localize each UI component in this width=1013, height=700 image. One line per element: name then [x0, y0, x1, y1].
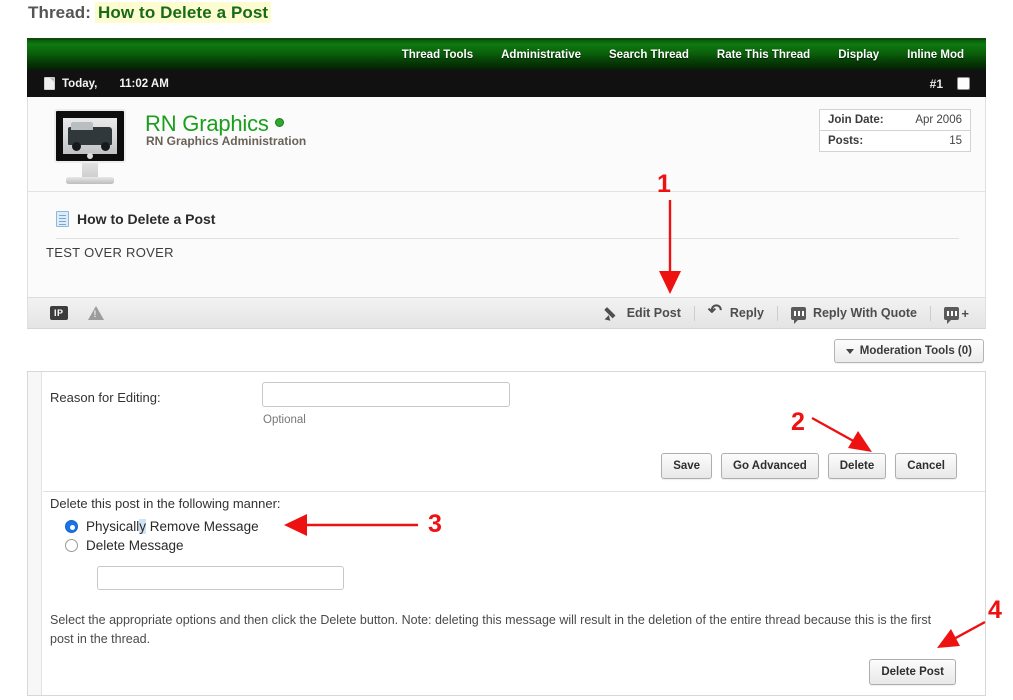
avatar-vehicle-wheel-front — [72, 142, 81, 151]
thread-label: Thread: — [28, 3, 91, 22]
stat-row-posts: Posts: 15 — [820, 131, 970, 151]
post-divider — [28, 191, 985, 192]
panel-divider — [43, 491, 985, 492]
delete-reason-input[interactable] — [97, 566, 344, 590]
monitor-avatar[interactable] — [50, 109, 130, 189]
post-header-bar: Today, 11:02 AM #1 — [27, 70, 986, 97]
panel-body: Reason for Editing: Optional Save Go Adv… — [43, 372, 985, 695]
thread-name: How to Delete a Post — [95, 2, 271, 23]
post-username-text: RN Graphics — [145, 111, 269, 136]
pencil-icon — [606, 306, 620, 320]
online-status-dot — [275, 118, 284, 127]
select-post-checkbox[interactable] — [957, 77, 970, 90]
option-delete-message-label: Delete Message — [86, 538, 184, 553]
edit-post-button[interactable]: Edit Post — [593, 306, 694, 320]
reason-for-editing-row: Reason for Editing: Optional — [43, 372, 985, 434]
post-message: TEST OVER ROVER — [46, 245, 174, 260]
post-usertitle: RN Graphics Administration — [146, 134, 306, 148]
post-date-group: Today, 11:02 AM — [27, 77, 169, 90]
post-time: 11:02 AM — [119, 78, 168, 90]
post-number[interactable]: #1 — [930, 77, 943, 91]
post-title-text: How to Delete a Post — [77, 211, 215, 227]
delete-post-button-wrap: Delete Post — [869, 659, 956, 685]
nav-item-search-thread[interactable]: Search Thread — [595, 49, 703, 61]
stat-row-join-date: Join Date: Apr 2006 — [820, 110, 970, 131]
delete-note-text: Select the appropriate options and then … — [50, 611, 957, 649]
label-part-post: Remove Message — [146, 519, 259, 534]
quote-bubble-icon — [791, 307, 806, 320]
annotation-number-4: 4 — [988, 598, 1002, 623]
nav-item-rate-this-thread[interactable]: Rate This Thread — [703, 49, 824, 61]
stat-key: Join Date: — [828, 114, 884, 126]
user-stats-box: Join Date: Apr 2006 Posts: 15 — [819, 109, 971, 152]
page-title: Thread:How to Delete a Post — [28, 3, 271, 23]
post-user-row: RN Graphics RN Graphics Administration J… — [28, 97, 985, 191]
multiquote-plus-icon — [944, 307, 959, 320]
nav-item-inline-mod[interactable]: Inline Mod — [893, 49, 986, 61]
edit-post-label: Edit Post — [627, 306, 681, 320]
panel-gutter — [28, 372, 42, 695]
post-title: How to Delete a Post — [56, 211, 215, 227]
document-icon — [44, 77, 55, 90]
reason-for-editing-label: Reason for Editing: — [50, 390, 161, 405]
ip-button[interactable]: IP — [50, 306, 68, 320]
reply-label: Reply — [730, 306, 764, 320]
radio-physically-remove[interactable] — [65, 520, 78, 533]
avatar-stand-neck — [82, 163, 98, 177]
delete-post-button[interactable]: Delete Post — [869, 659, 956, 685]
reply-arrow-icon — [708, 306, 723, 320]
reason-for-editing-input[interactable] — [262, 382, 510, 407]
reply-with-quote-label: Reply With Quote — [813, 306, 917, 320]
post-action-bar: IP Edit Post Reply Reply With Quote + — [27, 297, 986, 329]
reply-with-quote-button[interactable]: Reply With Quote — [778, 306, 930, 320]
reason-optional-hint: Optional — [263, 414, 306, 426]
edit-form-buttons: Save Go Advanced Delete Cancel — [661, 453, 957, 479]
post-title-rule — [56, 238, 959, 239]
reply-button[interactable]: Reply — [695, 306, 777, 320]
plus-glyph: + — [961, 306, 969, 321]
stat-key: Posts: — [828, 135, 863, 147]
delete-button[interactable]: Delete — [828, 453, 887, 479]
page-root: Thread:How to Delete a Post Thread Tools… — [0, 0, 1013, 700]
option-physically-remove-message[interactable]: Physically Remove Message — [65, 519, 985, 534]
report-warning-icon[interactable] — [88, 306, 104, 320]
edit-post-panel: Reason for Editing: Optional Save Go Adv… — [27, 371, 986, 696]
caret-down-icon — [846, 349, 854, 354]
post-document-icon — [56, 211, 69, 227]
nav-item-display[interactable]: Display — [824, 49, 893, 61]
post-card: RN Graphics RN Graphics Administration J… — [27, 97, 986, 329]
thread-navbar: Thread Tools Administrative Search Threa… — [27, 38, 986, 70]
go-advanced-button[interactable]: Go Advanced — [721, 453, 819, 479]
cancel-button[interactable]: Cancel — [895, 453, 957, 479]
stat-value: 15 — [949, 135, 962, 147]
moderation-tools-button[interactable]: Moderation Tools (0) — [834, 339, 984, 363]
delete-options-heading: Delete this post in the following manner… — [50, 496, 985, 511]
option-delete-message[interactable]: Delete Message — [65, 538, 985, 553]
avatar-photo — [63, 118, 117, 154]
nav-item-thread-tools[interactable]: Thread Tools — [388, 49, 487, 61]
radio-delete-message[interactable] — [65, 539, 78, 552]
multiquote-button[interactable]: + — [931, 307, 969, 320]
moderation-tools-label: Moderation Tools (0) — [860, 345, 972, 357]
avatar-stand-base — [66, 177, 114, 184]
avatar-vehicle-wheel-rear — [101, 142, 110, 151]
avatar-vehicle-cab — [71, 122, 93, 130]
save-button[interactable]: Save — [661, 453, 712, 479]
post-date: Today, — [62, 78, 97, 90]
delete-options-section: Delete this post in the following manner… — [50, 496, 985, 649]
nav-item-administrative[interactable]: Administrative — [487, 49, 595, 61]
post-number-group: #1 — [930, 77, 986, 91]
avatar-apple-logo — [87, 153, 93, 159]
label-part-pre: Physicall — [86, 519, 139, 534]
stat-value: Apr 2006 — [915, 114, 962, 126]
option-physically-remove-label: Physically Remove Message — [86, 519, 259, 534]
post-action-group: Edit Post Reply Reply With Quote + — [593, 306, 985, 321]
